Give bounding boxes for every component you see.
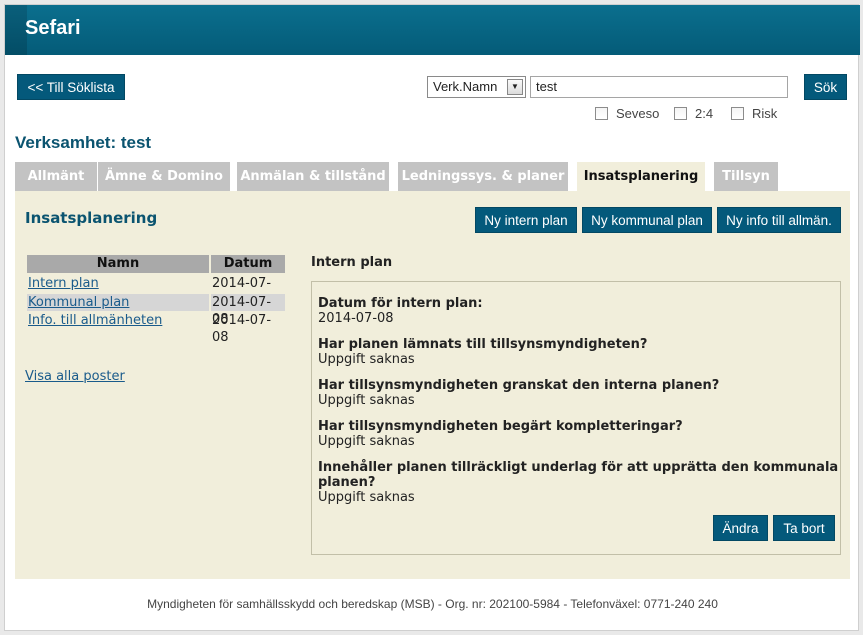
detail-question: Har tillsynsmyndigheten begärt komplette… — [318, 419, 683, 434]
app-title: Sefari — [25, 17, 81, 39]
detail-question: Innehåller planen tillräckligt underlag … — [318, 460, 839, 475]
new-info-allman-button[interactable]: Ny info till allmän. — [717, 207, 841, 233]
detail-answer: Uppgift saknas — [318, 352, 415, 367]
app-window: Sefari << Till Söklista Verk.Namn ▼ test… — [4, 4, 860, 631]
insatsplanering-panel: Insatsplanering Ny intern plan Ny kommun… — [15, 191, 850, 579]
new-kommunal-plan-button[interactable]: Ny kommunal plan — [582, 207, 712, 233]
search-button[interactable]: Sök — [804, 74, 847, 100]
filter-risk[interactable]: Risk — [731, 105, 777, 121]
filter-2-4[interactable]: 2:4 — [674, 105, 713, 121]
tab-anmalan-tillstand[interactable]: Anmälan & tillstånd — [237, 162, 389, 191]
detail-answer: Uppgift saknas — [318, 393, 415, 408]
delete-button[interactable]: Ta bort — [773, 515, 835, 541]
tab-insatsplanering[interactable]: Insatsplanering — [577, 162, 705, 192]
tab-amne-domino[interactable]: Ämne & Domino — [98, 162, 230, 191]
search-field-select[interactable]: Verk.Namn ▼ — [427, 76, 526, 98]
checkbox-icon[interactable] — [595, 106, 608, 120]
list-item-link[interactable]: Kommunal plan — [28, 294, 129, 311]
filter-label: Risk — [752, 105, 778, 121]
tab-tillsyn[interactable]: Tillsyn — [714, 162, 778, 191]
header-accent — [5, 5, 27, 55]
column-header-namn: Namn — [27, 255, 209, 273]
detail-question-continued: planen? — [318, 475, 376, 490]
list-item[interactable]: Intern plan 2014-07-08 — [27, 275, 285, 308]
new-intern-plan-button[interactable]: Ny intern plan — [475, 207, 577, 233]
detail-box: Datum för intern plan: 2014-07-08 Har pl… — [311, 281, 841, 555]
checkbox-icon[interactable] — [674, 106, 687, 120]
edit-button[interactable]: Ändra — [713, 515, 768, 541]
detail-answer: 2014-07-08 — [318, 311, 394, 326]
detail-answer: Uppgift saknas — [318, 490, 415, 505]
app-header: Sefari — [5, 5, 860, 55]
back-to-list-button[interactable]: << Till Söklista — [17, 74, 125, 100]
verksamhet-heading: Verksamhet: test — [15, 133, 152, 152]
tab-ledningssys-planer[interactable]: Ledningssys. & planer — [398, 162, 568, 191]
detail-question: Har tillsynsmyndigheten granskat den int… — [318, 378, 720, 393]
list-item-highlight[interactable]: Kommunal plan 2014-07-08 — [27, 294, 285, 327]
search-field-select-value: Verk.Namn — [433, 79, 498, 94]
show-all-link[interactable]: Visa alla poster — [25, 369, 125, 384]
tab-allmant[interactable]: Allmänt — [15, 162, 97, 191]
list-item-link[interactable]: Info. till allmänheten — [28, 312, 162, 329]
checkbox-icon[interactable] — [731, 106, 744, 120]
filter-label: Seveso — [616, 105, 660, 121]
list-item-date: 2014-07-08 — [212, 313, 272, 345]
detail-question: Har planen lämnats till tillsynsmyndighe… — [318, 337, 648, 352]
detail-title: Intern plan — [311, 255, 393, 270]
detail-answer: Uppgift saknas — [318, 434, 415, 449]
footer: Myndigheten för samhällsskydd och bereds… — [147, 597, 718, 611]
detail-question: Datum för intern plan: — [318, 296, 483, 311]
list-item[interactable]: Info. till allmänheten 2014-07-08 — [27, 312, 285, 345]
panel-title: Insatsplanering — [25, 209, 158, 227]
dropdown-arrow-icon[interactable]: ▼ — [507, 79, 523, 95]
filter-seveso[interactable]: Seveso — [595, 105, 659, 121]
list-item-link[interactable]: Intern plan — [28, 275, 99, 292]
search-input[interactable]: test — [530, 76, 788, 98]
column-header-datum: Datum — [211, 255, 285, 273]
filter-label: 2:4 — [695, 105, 714, 121]
